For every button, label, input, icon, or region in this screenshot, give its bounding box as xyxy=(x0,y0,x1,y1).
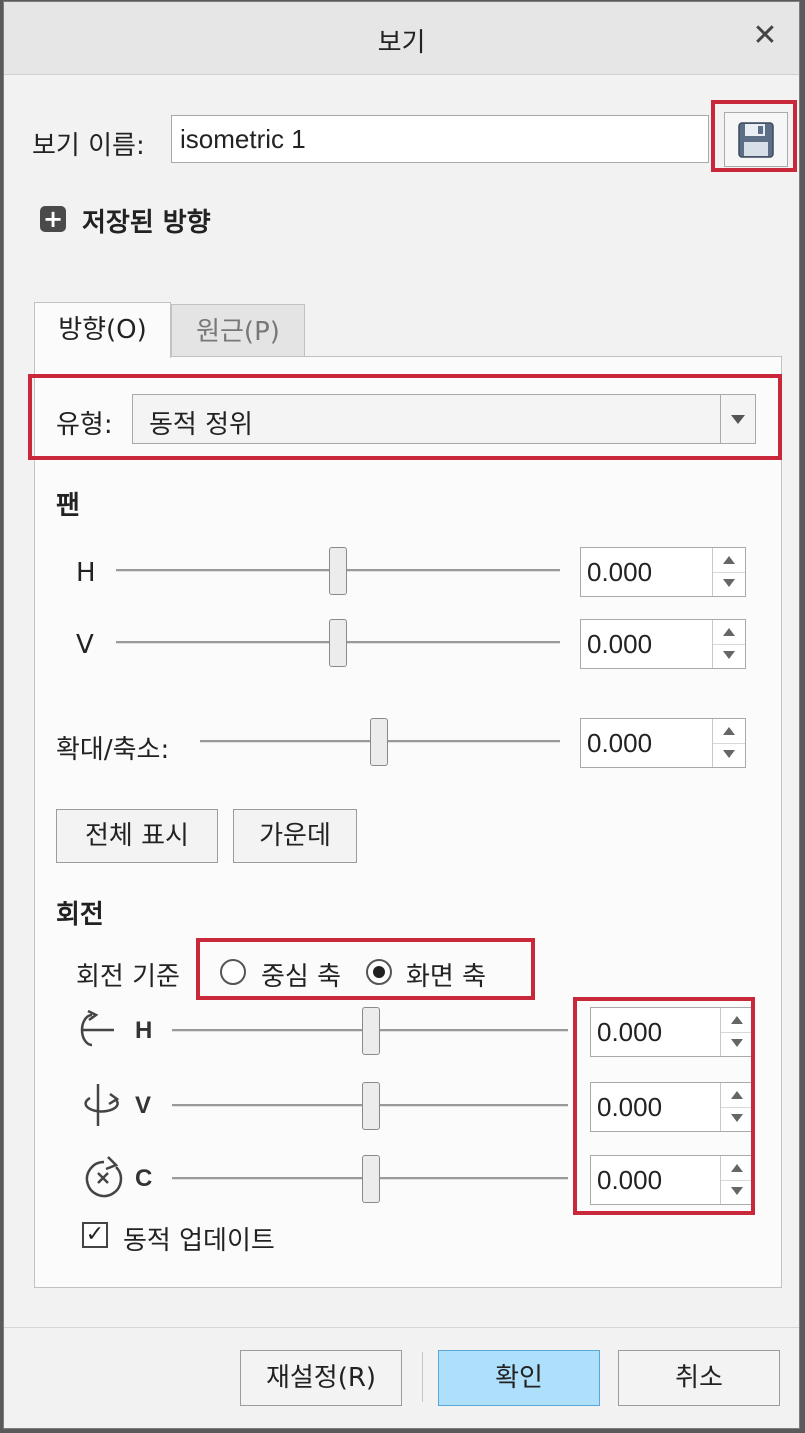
pan-h-slider-thumb[interactable] xyxy=(329,547,347,595)
spin-up-icon[interactable] xyxy=(713,719,745,744)
dynamic-update-label[interactable]: 동적 업데이트 xyxy=(123,1220,275,1257)
reset-button[interactable]: 재설정(R) xyxy=(240,1350,402,1406)
pan-v-slider-thumb[interactable] xyxy=(329,619,347,667)
rotate-h-label: H xyxy=(135,1017,153,1044)
zoom-label: 확대/축소: xyxy=(56,735,170,765)
tab-perspective[interactable]: 원근(P) xyxy=(171,304,305,358)
rotation-section-title: 회전 xyxy=(56,900,104,930)
dialog-title: 보기 xyxy=(377,28,426,58)
spin-down-icon[interactable] xyxy=(713,644,745,668)
fit-all-button[interactable]: 전체 표시 xyxy=(56,809,218,863)
rotation-values-highlight xyxy=(573,997,755,1215)
view-dialog: 보기 ✕ 보기 이름: + 저장된 방향 방향(O) 원근(P) 유형: 동적 … xyxy=(3,1,800,1429)
tab-orientation[interactable]: 방향(O) xyxy=(34,302,171,358)
view-name-input[interactable] xyxy=(171,115,709,163)
spin-down-icon[interactable] xyxy=(713,743,745,767)
rotate-h-slider-thumb[interactable] xyxy=(362,1007,380,1055)
zoom-slider-thumb[interactable] xyxy=(370,718,388,766)
save-button-highlight xyxy=(711,100,797,172)
view-name-label: 보기 이름: xyxy=(32,131,145,161)
footer-divider xyxy=(4,1327,799,1328)
rotate-c-label: C xyxy=(135,1165,153,1192)
rotate-h-icon xyxy=(80,1009,114,1047)
dynamic-update-checkbox[interactable]: ✓ xyxy=(82,1222,108,1248)
rotate-v-icon xyxy=(84,1084,120,1126)
spin-up-icon[interactable] xyxy=(713,548,745,573)
rotate-v-label: V xyxy=(135,1092,152,1119)
spin-up-icon[interactable] xyxy=(713,620,745,645)
ok-button[interactable]: 확인 xyxy=(438,1350,600,1406)
rotate-c-icon xyxy=(85,1156,123,1198)
type-highlight xyxy=(28,374,782,460)
pan-v-value: 0.000 xyxy=(587,629,653,659)
rotate-v-slider-thumb[interactable] xyxy=(362,1082,380,1130)
pan-h-label: H xyxy=(76,558,96,588)
spin-down-icon[interactable] xyxy=(713,572,745,596)
close-icon[interactable]: ✕ xyxy=(749,20,781,52)
pan-v-spinbox[interactable]: 0.000 xyxy=(580,619,746,669)
pan-v-label: V xyxy=(76,630,94,660)
rotation-basis-label: 회전 기준 xyxy=(76,962,180,992)
plus-expand-icon[interactable]: + xyxy=(40,206,66,232)
cancel-button[interactable]: 취소 xyxy=(618,1350,780,1406)
center-button[interactable]: 가운데 xyxy=(233,809,357,863)
saved-orientations-label[interactable]: 저장된 방향 xyxy=(82,202,211,239)
zoom-value: 0.000 xyxy=(587,728,653,758)
rotate-c-slider-thumb[interactable] xyxy=(362,1155,380,1203)
rotation-basis-highlight xyxy=(196,938,535,1000)
zoom-spinbox[interactable]: 0.000 xyxy=(580,718,746,768)
title-bar: 보기 ✕ xyxy=(4,2,799,75)
pan-h-value: 0.000 xyxy=(587,557,653,587)
footer-vertical-divider xyxy=(422,1352,423,1402)
pan-h-spinbox[interactable]: 0.000 xyxy=(580,547,746,597)
pan-section-title: 팬 xyxy=(56,491,80,521)
